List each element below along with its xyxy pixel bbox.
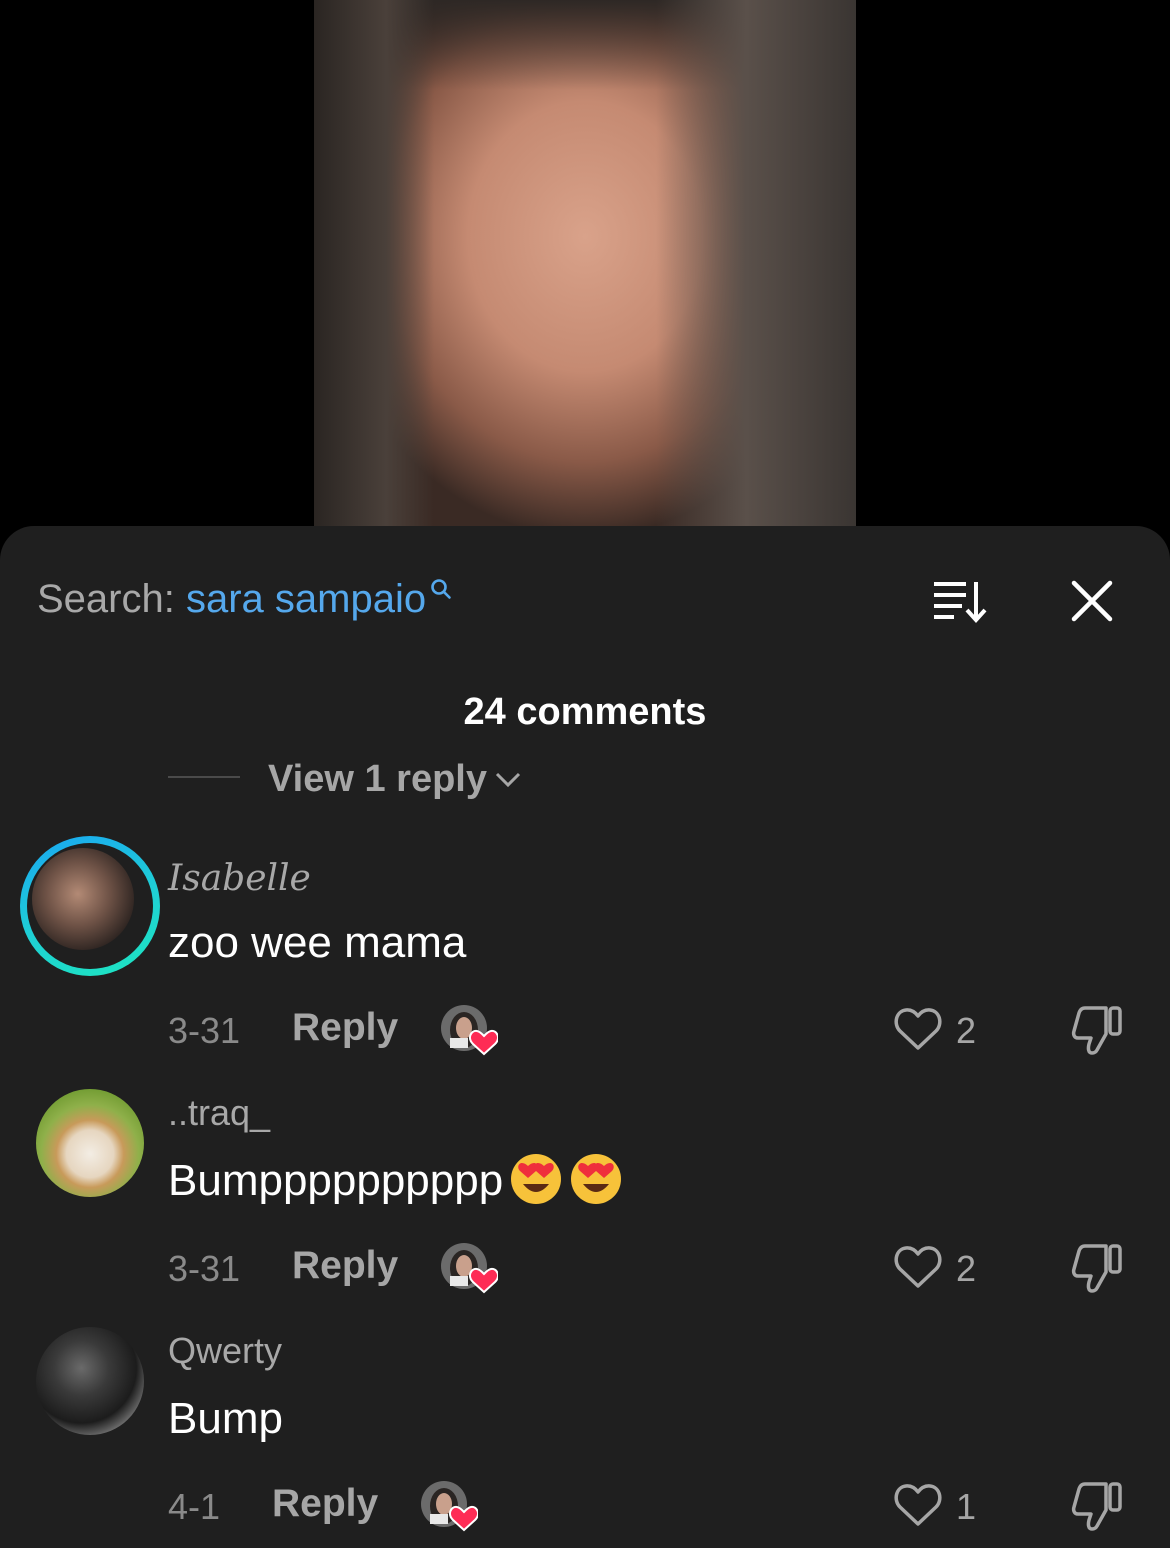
- avatar-story-ring[interactable]: [20, 836, 160, 976]
- dislike-icon[interactable]: [1070, 1004, 1124, 1056]
- heart-eyes-emoji: [511, 1154, 562, 1205]
- heart-icon[interactable]: [892, 1006, 944, 1052]
- comment-username[interactable]: Isabelle: [168, 858, 311, 899]
- heart-icon[interactable]: [892, 1482, 944, 1528]
- video-shading: [314, 0, 434, 526]
- comments-sheet: Search: sara sampaio 24 comments View 1 …: [0, 526, 1170, 1548]
- search-suggestion[interactable]: Search: sara sampaio: [37, 574, 452, 624]
- reply-button[interactable]: Reply: [272, 1482, 378, 1526]
- reply-button[interactable]: Reply: [292, 1006, 398, 1050]
- like-count: 2: [956, 1010, 977, 1051]
- search-label: Search:: [37, 577, 186, 621]
- video-frame[interactable]: [314, 0, 856, 526]
- avatar[interactable]: [36, 1327, 144, 1435]
- comment-actions: 4-1 Reply 1: [168, 1480, 1128, 1532]
- comment-item: Qwerty Bump 4-1 Reply 1: [0, 1324, 1170, 1548]
- comment-date: 4-1: [168, 1486, 221, 1527]
- comment-date: 3-31: [168, 1010, 241, 1051]
- comment-username[interactable]: Qwerty: [168, 1330, 282, 1372]
- like-count: 1: [956, 1486, 977, 1527]
- comment-item: ..traq_ Bumpppppppppp 3-31 Reply 2: [0, 1086, 1170, 1316]
- search-query-link[interactable]: sara sampaio: [186, 577, 426, 621]
- video-shading: [656, 0, 856, 526]
- creator-liked-icon: [441, 1243, 498, 1294]
- comment-username[interactable]: ..traq_: [168, 1092, 270, 1134]
- like-count: 2: [956, 1248, 977, 1289]
- reply-button[interactable]: Reply: [292, 1244, 398, 1288]
- heart-eyes-emoji: [571, 1154, 622, 1205]
- creator-liked-icon: [421, 1481, 478, 1532]
- comment-item: Isabelle zoo wee mama 3-31 Reply 2: [0, 836, 1170, 1066]
- comment-text: zoo wee mama: [168, 918, 467, 967]
- sort-icon[interactable]: [932, 578, 988, 624]
- heart-icon[interactable]: [892, 1244, 944, 1290]
- dislike-icon[interactable]: [1070, 1242, 1124, 1294]
- close-icon[interactable]: [1070, 579, 1114, 623]
- avatar[interactable]: [36, 1089, 144, 1197]
- comment-count: 24 comments: [463, 691, 707, 733]
- view-replies-button[interactable]: View 1 reply: [168, 754, 521, 804]
- chevron-down-icon: [495, 772, 521, 788]
- comment-text: Bumpppppppppp: [168, 1154, 623, 1206]
- dislike-icon[interactable]: [1070, 1480, 1124, 1532]
- search-icon: [431, 579, 451, 599]
- comment-text: Bump: [168, 1394, 283, 1443]
- creator-liked-icon: [441, 1005, 498, 1056]
- thread-line: [168, 776, 240, 778]
- comment-actions: 3-31 Reply 2: [168, 1004, 1128, 1056]
- avatar: [32, 848, 134, 950]
- view-replies-label: View 1 reply: [268, 758, 487, 800]
- comment-date: 3-31: [168, 1248, 241, 1289]
- comment-actions: 3-31 Reply 2: [168, 1242, 1128, 1294]
